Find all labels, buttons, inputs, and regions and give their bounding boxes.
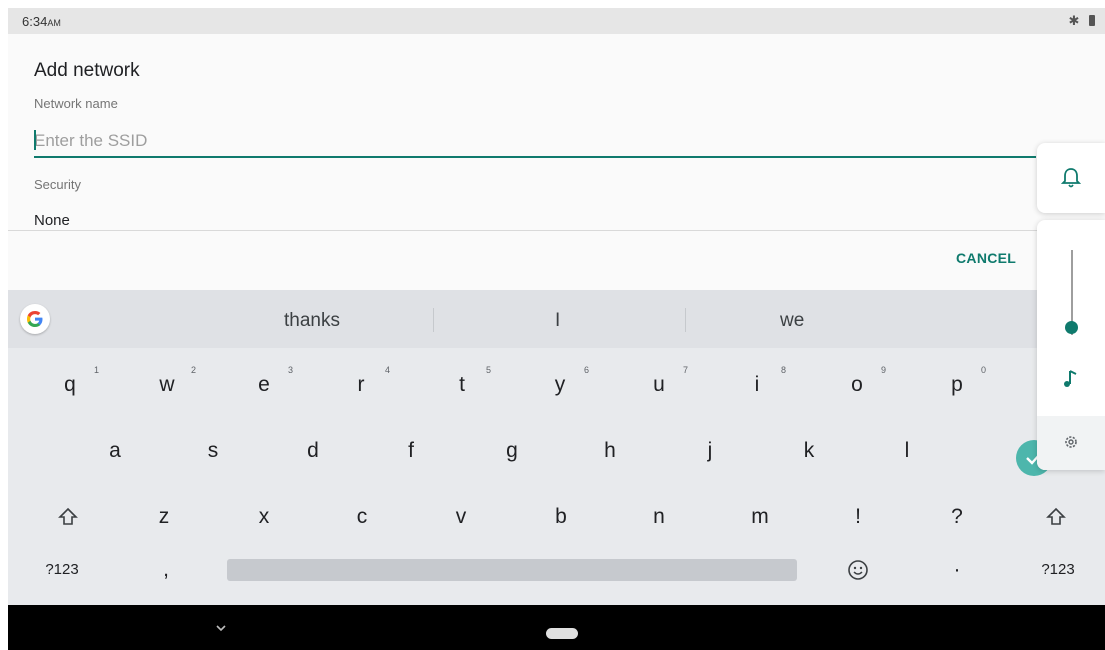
shift-icon	[58, 508, 78, 526]
status-ampm: AM	[47, 18, 61, 28]
key-g[interactable]: g	[482, 423, 542, 479]
key-a[interactable]: a	[85, 423, 145, 479]
key-u[interactable]: u7	[629, 357, 689, 413]
key-r[interactable]: r4	[331, 357, 391, 413]
period-key[interactable]: ·	[927, 542, 987, 598]
comma-key[interactable]: ,	[136, 542, 196, 598]
home-pill[interactable]	[546, 628, 578, 639]
bluetooth-icon: ✱	[1068, 13, 1080, 28]
key-hint: 3	[288, 365, 294, 375]
cancel-button[interactable]: CANCEL	[956, 250, 1016, 266]
suggestion-1[interactable]: thanks	[284, 310, 340, 332]
symbols-key-right[interactable]: ?123	[1028, 542, 1088, 598]
key-x[interactable]: x	[234, 489, 294, 545]
hide-keyboard-chevron-icon[interactable]	[214, 623, 228, 633]
bell-icon	[1061, 168, 1081, 188]
security-label: Security	[34, 177, 81, 192]
key-label: w	[159, 373, 175, 396]
divider	[8, 230, 1105, 231]
suggestion-separator	[685, 308, 686, 332]
symbols-key-left[interactable]: ?123	[32, 542, 92, 598]
shift-key-left[interactable]	[38, 489, 98, 545]
key-s[interactable]: s	[183, 423, 243, 479]
key-label: u	[653, 373, 665, 396]
shift-key-right[interactable]	[1026, 489, 1086, 545]
google-g-icon[interactable]	[20, 304, 50, 334]
shift-icon	[1046, 508, 1066, 526]
key-hint: 4	[385, 365, 391, 375]
key-hint: 6	[584, 365, 590, 375]
emoji-key[interactable]	[828, 542, 888, 598]
key-e[interactable]: e3	[234, 357, 294, 413]
key-y[interactable]: y6	[530, 357, 590, 413]
music-note-icon[interactable]	[1061, 368, 1081, 395]
key-hint: 0	[981, 365, 987, 375]
status-time: 6:34AM	[22, 14, 61, 29]
key-label: q	[64, 373, 76, 396]
emoji-icon	[848, 560, 868, 581]
key-question[interactable]: ?	[927, 489, 987, 545]
key-label: t	[459, 373, 465, 396]
key-hint: 8	[781, 365, 787, 375]
key-b[interactable]: b	[531, 489, 591, 545]
key-o[interactable]: o9	[827, 357, 887, 413]
key-hint: 9	[881, 365, 887, 375]
security-dropdown[interactable]: None	[34, 212, 70, 229]
key-n[interactable]: n	[629, 489, 689, 545]
key-p[interactable]: p0	[927, 357, 987, 413]
key-exclamation[interactable]: !	[828, 489, 888, 545]
key-i[interactable]: i8	[727, 357, 787, 413]
key-m[interactable]: m	[730, 489, 790, 545]
key-c[interactable]: c	[332, 489, 392, 545]
status-icons: ✱	[1068, 13, 1095, 29]
spacebar[interactable]	[227, 559, 797, 581]
suggestion-3[interactable]: we	[780, 310, 804, 332]
key-h[interactable]: h	[580, 423, 640, 479]
add-network-dialog: Add network Network name Security None C…	[8, 34, 1105, 290]
key-hint: 1	[94, 365, 100, 375]
volume-slider-thumb[interactable]	[1065, 320, 1078, 334]
dialog-title: Add network	[34, 60, 140, 81]
key-label: i	[754, 373, 760, 396]
key-v[interactable]: v	[431, 489, 491, 545]
key-hint: 7	[683, 365, 689, 375]
on-screen-keyboard: thanks I we q1 w2 e3 r4 t5 y6 u7 i8 o9 p…	[8, 290, 1105, 605]
battery-icon	[1089, 15, 1095, 26]
key-label: r	[357, 373, 365, 396]
network-name-label: Network name	[34, 96, 118, 111]
key-f[interactable]: f	[381, 423, 441, 479]
navigation-bar	[8, 605, 1105, 650]
key-t[interactable]: t5	[432, 357, 492, 413]
key-z[interactable]: z	[134, 489, 194, 545]
key-hint: 2	[191, 365, 197, 375]
key-j[interactable]: j	[680, 423, 740, 479]
key-hint: 5	[486, 365, 492, 375]
status-bar: 6:34AM ✱	[8, 8, 1105, 34]
gear-icon	[1065, 436, 1077, 448]
ringer-mode-button[interactable]	[1037, 143, 1105, 213]
suggestion-bar: thanks I we	[8, 290, 1105, 348]
suggestion-2[interactable]: I	[555, 310, 560, 332]
key-d[interactable]: d	[283, 423, 343, 479]
key-w[interactable]: w2	[137, 357, 197, 413]
suggestion-separator	[433, 308, 434, 332]
ssid-input[interactable]	[34, 126, 1036, 158]
text-cursor	[34, 130, 36, 150]
volume-settings-button[interactable]	[1037, 416, 1105, 470]
key-label: e	[258, 373, 270, 396]
key-label: o	[851, 373, 863, 396]
key-l[interactable]: l	[877, 423, 937, 479]
key-label: y	[554, 373, 566, 396]
key-q[interactable]: q1	[40, 357, 100, 413]
key-k[interactable]: k	[779, 423, 839, 479]
volume-panel	[1037, 220, 1105, 470]
key-label: p	[951, 373, 963, 396]
